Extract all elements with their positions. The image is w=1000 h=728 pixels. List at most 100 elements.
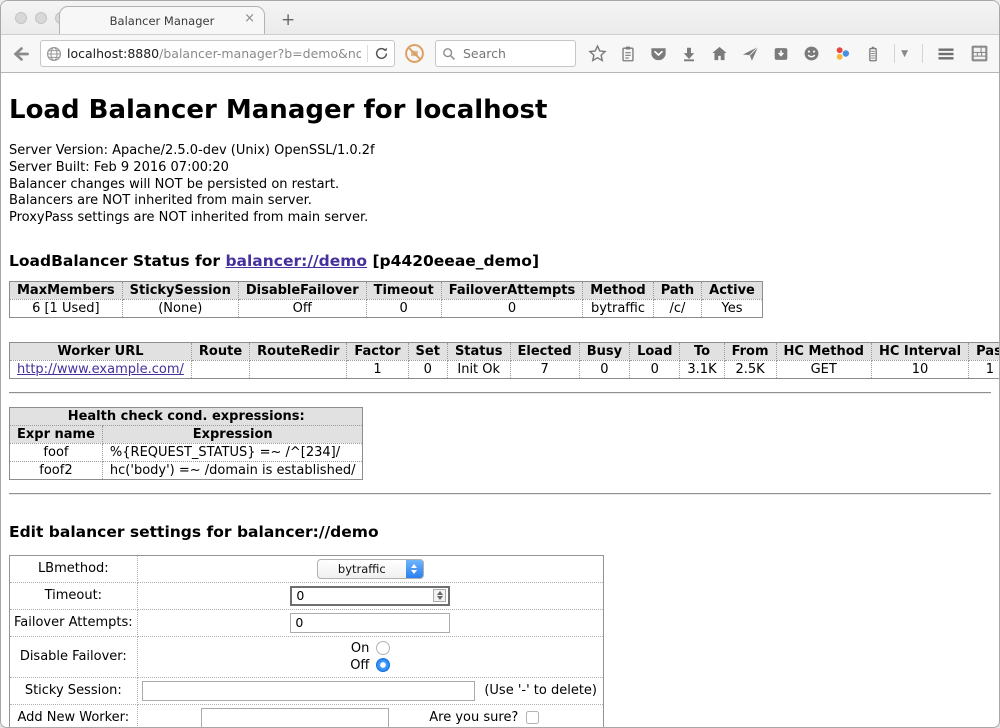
downloads-icon[interactable]	[680, 45, 698, 63]
server-built-line: Server Built: Feb 9 2016 07:00:20	[9, 160, 991, 177]
tab-title: Balancer Manager	[110, 14, 215, 28]
column-header: Status	[447, 342, 510, 360]
form-row-sticky-session: Sticky Session: (Use '-' to delete)	[10, 677, 604, 704]
health-table-title: Health check cond. expressions:	[10, 407, 363, 425]
column-header: FailoverAttempts	[441, 281, 583, 299]
column-header: Timeout	[366, 281, 441, 299]
table-header-row: Expr name Expression	[10, 425, 363, 443]
edit-balancer-form: LBmethod: bytraffic Timeout:	[9, 555, 604, 728]
smiley-icon[interactable]	[802, 44, 821, 63]
url-path: /balancer-manager?b=demo&nonce=decc37be-…	[159, 46, 361, 61]
colored-dots-icon[interactable]	[833, 44, 852, 63]
column-header: Set	[408, 342, 447, 360]
column-header: Factor	[347, 342, 408, 360]
divider	[9, 493, 991, 495]
cell	[191, 360, 249, 378]
download-box-icon[interactable]	[772, 45, 790, 63]
new-tab-button[interactable]: +	[281, 12, 295, 29]
cell: foof2	[10, 461, 103, 479]
server-version-line: Server Version: Apache/2.5.0-dev (Unix) …	[9, 143, 991, 160]
cell: Off	[238, 299, 366, 317]
table-row: 6 [1 Used] (None) Off 0 0 bytraffic /c/ …	[10, 299, 763, 317]
page-content: Load Balancer Manager for localhost Serv…	[1, 73, 999, 728]
address-bar[interactable]: localhost:8880/balancer-manager?b=demo&n…	[40, 40, 395, 67]
table-row: foof2 hc('body') =~ /domain is establish…	[10, 461, 363, 479]
send-icon[interactable]	[741, 44, 760, 63]
worker-url-link[interactable]: http://www.example.com/	[17, 362, 184, 377]
pocket-icon[interactable]	[649, 44, 668, 63]
navigation-toolbar: localhost:8880/balancer-manager?b=demo&n…	[1, 34, 999, 73]
failover-attempts-input[interactable]	[290, 613, 450, 633]
search-input[interactable]	[461, 45, 561, 62]
column-header: Active	[702, 281, 763, 299]
bookmark-star-icon[interactable]	[588, 44, 607, 63]
cell: Init Ok	[447, 360, 510, 378]
back-icon[interactable]	[10, 43, 32, 65]
cell: 6 [1 Used]	[10, 299, 123, 317]
timeout-input[interactable]	[290, 586, 450, 606]
column-header: Expr name	[10, 425, 103, 443]
lbmethod-select[interactable]: bytraffic	[317, 559, 424, 579]
form-row-add-worker: Add New Worker: Are you sure?	[10, 704, 604, 728]
menu-icon[interactable]	[936, 44, 956, 64]
url-text: localhost:8880/balancer-manager?b=demo&n…	[67, 46, 361, 61]
table-header-row: Health check cond. expressions:	[10, 407, 363, 425]
url-domain: localhost:8880	[67, 46, 159, 61]
form-row-timeout: Timeout:	[10, 582, 604, 609]
column-header: Busy	[579, 342, 629, 360]
form-row-disable-failover: Disable Failover: On Off	[10, 636, 604, 677]
column-header: StickySession	[122, 281, 238, 299]
battery-icon[interactable]	[864, 45, 882, 63]
worker-table: Worker URL Route RouteRedir Factor Set S…	[9, 342, 1000, 379]
radio-off-label: Off	[350, 658, 369, 673]
cell: 0	[366, 299, 441, 317]
column-header: From	[724, 342, 776, 360]
cell: 3.1K	[680, 360, 724, 378]
cell: Yes	[702, 299, 763, 317]
column-header: Method	[583, 281, 653, 299]
cell: 7	[510, 360, 579, 378]
cell: 0	[579, 360, 629, 378]
cell: 10	[871, 360, 968, 378]
minimize-window-button[interactable]	[35, 12, 47, 24]
toolbar-buttons: ▼	[588, 44, 908, 63]
radio-off[interactable]	[376, 658, 390, 672]
lbmethod-label: LBmethod:	[10, 555, 138, 582]
balancer-status-table: MaxMembers StickySession DisableFailover…	[9, 281, 763, 318]
balancer-demo-link[interactable]: balancer://demo	[225, 252, 367, 270]
failover-attempts-label: Failover Attempts:	[10, 609, 138, 636]
loadbalancer-status-heading: LoadBalancer Status for balancer://demo …	[9, 252, 991, 270]
cell: hc('body') =~ /domain is established/	[102, 461, 363, 479]
cell: /c/	[653, 299, 701, 317]
column-header: To	[680, 342, 724, 360]
column-header: Worker URL	[10, 342, 192, 360]
radio-on-label: On	[351, 641, 369, 656]
add-worker-input[interactable]	[201, 708, 389, 728]
column-header: HC Interval	[871, 342, 968, 360]
plugin-blocked-icon[interactable]	[404, 43, 425, 64]
tab-close-icon[interactable]: ×	[244, 12, 255, 25]
grid-icon[interactable]	[969, 43, 990, 64]
clipboard-icon[interactable]	[619, 45, 637, 63]
number-spinner-icon[interactable]	[433, 589, 446, 602]
overflow-caret-icon[interactable]: ▼	[901, 49, 908, 59]
balancers-note-line: Balancers are NOT inherited from main se…	[9, 193, 991, 210]
server-info: Server Version: Apache/2.5.0-dev (Unix) …	[9, 143, 991, 227]
home-icon[interactable]	[710, 44, 729, 63]
browser-tab[interactable]: Balancer Manager ×	[59, 6, 265, 34]
cell: http://www.example.com/	[10, 360, 192, 378]
are-you-sure-checkbox[interactable]	[526, 711, 539, 724]
cell: GET	[776, 360, 871, 378]
column-header: DisableFailover	[238, 281, 366, 299]
sticky-session-input[interactable]	[142, 681, 476, 701]
cell: %{REQUEST_STATUS} =~ /^[234]/	[102, 443, 363, 461]
close-window-button[interactable]	[15, 12, 27, 24]
cell: foof	[10, 443, 103, 461]
reload-icon[interactable]	[374, 46, 389, 61]
radio-on[interactable]	[376, 641, 390, 655]
column-header: HC Method	[776, 342, 871, 360]
edit-settings-heading: Edit balancer settings for balancer://de…	[9, 523, 991, 541]
persist-note-line: Balancer changes will NOT be persisted o…	[9, 177, 991, 194]
cell: 2.5K	[724, 360, 776, 378]
cell: 0	[630, 360, 680, 378]
